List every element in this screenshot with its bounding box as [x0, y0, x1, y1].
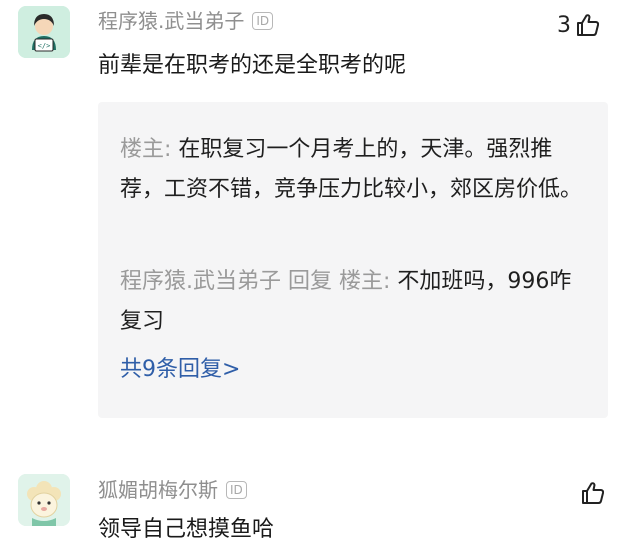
id-badge: ID — [226, 481, 247, 499]
programmer-avatar-icon[interactable]: </> — [18, 6, 70, 58]
comment-2-like-button[interactable] — [580, 480, 606, 506]
comment-2-username[interactable]: 狐媚胡梅尔斯 — [98, 478, 218, 502]
comment-2-text: 领导自己想摸鱼哈 — [98, 517, 275, 542]
id-badge: ID — [252, 12, 274, 30]
comment-2-username-row: 狐媚胡梅尔斯 ID — [98, 478, 247, 502]
reply-2-author[interactable]: 程序猿.武当弟子 回复 楼主: — [120, 269, 397, 294]
reply-2[interactable]: 程序猿.武当弟子 回复 楼主: 不加班吗，996咋复习 — [120, 262, 592, 342]
comment-1-username-row: 程序猿.武当弟子 ID — [98, 9, 274, 33]
reply-1-author[interactable]: 楼主: — [120, 137, 178, 162]
comment-1-username[interactable]: 程序猿.武当弟子 — [98, 9, 244, 33]
svg-text:</>: </> — [38, 42, 51, 50]
more-replies-link[interactable]: 共9条回复> — [120, 354, 240, 386]
reply-1-text: 在职复习一个月考上的，天津。强烈推荐，工资不错，竞争压力比较小，郊区房价低。 — [120, 137, 583, 202]
sheep-avatar-icon[interactable] — [18, 474, 70, 526]
comment-1-like-button[interactable]: 3 — [557, 12, 601, 38]
comment-1-like-count: 3 — [557, 12, 571, 38]
thumbs-up-icon — [577, 14, 600, 36]
reply-1[interactable]: 楼主: 在职复习一个月考上的，天津。强烈推荐，工资不错，竞争压力比较小，郊区房价… — [120, 130, 592, 210]
reply-box: 楼主: 在职复习一个月考上的，天津。强烈推荐，工资不错，竞争压力比较小，郊区房价… — [98, 102, 608, 418]
comment-1-text: 前辈是在职考的还是全职考的呢 — [98, 53, 407, 78]
thumbs-up-icon — [582, 482, 605, 504]
comment-thread: </> 程序猿.武当弟子 ID 3 前辈是在职考的还是全职考的呢 楼主: 在职复习… — [0, 0, 640, 552]
